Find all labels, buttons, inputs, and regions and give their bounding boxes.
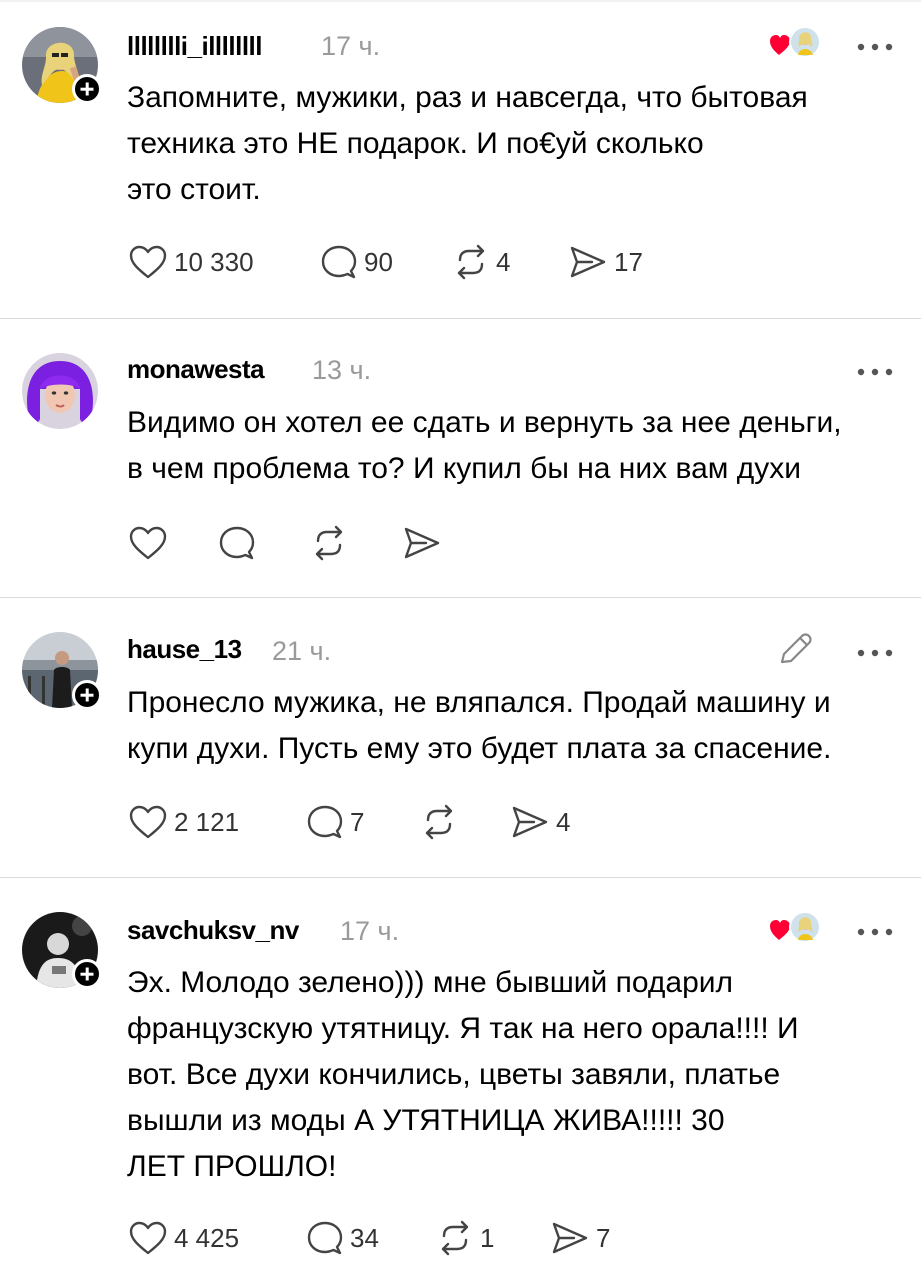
reply-button[interactable] (218, 525, 256, 561)
text-line: в чем проблема то? И купил бы на них вам… (127, 452, 801, 485)
post-time[interactable]: 17 ч. (340, 916, 399, 947)
share-icon (570, 246, 606, 278)
repost-button[interactable]: 4 (452, 244, 510, 280)
author-liked-badge (769, 25, 821, 59)
share-count: 4 (556, 806, 571, 837)
reply-count: 90 (364, 246, 393, 277)
post-text: Пронесло мужика, не вляпался. Продай маш… (127, 680, 907, 772)
text-line: техника это НЕ подарок. И по€уй сколько (127, 127, 704, 160)
like-count: 10 330 (174, 246, 254, 277)
repost-count: 1 (480, 1222, 495, 1253)
post-divider (0, 597, 921, 598)
username[interactable]: monawesta (127, 354, 265, 385)
follow-plus-icon[interactable] (72, 680, 102, 710)
reply-icon (307, 1221, 343, 1255)
share-icon (512, 806, 548, 838)
text-line: Эх. Молодо зелено))) мне бывший подарил (127, 966, 734, 999)
share-icon (552, 1222, 588, 1254)
post-divider (0, 318, 921, 319)
heart-icon (129, 805, 167, 839)
share-count: 17 (614, 246, 643, 277)
share-button[interactable]: 7 (550, 1220, 610, 1256)
text-line: вот. Все духи кончились, цветы завяли, п… (127, 1058, 781, 1091)
text-line: французскую утятницу. Я так на него орал… (127, 1012, 799, 1045)
follow-plus-icon[interactable] (72, 74, 102, 104)
heart-icon (129, 526, 167, 560)
post-time[interactable]: 13 ч. (312, 355, 371, 386)
like-button[interactable]: 2 121 (128, 804, 239, 840)
share-count: 7 (596, 1222, 611, 1253)
share-button[interactable]: 4 (510, 804, 570, 840)
repost-button[interactable] (310, 525, 348, 561)
repost-count: 4 (496, 246, 511, 277)
username[interactable]: savchuksv_nv (127, 915, 299, 946)
post-text: Видимо он хотел ее сдать и вернуть за не… (127, 400, 907, 492)
post-time[interactable]: 17 ч. (321, 31, 380, 62)
repost-icon (315, 525, 343, 561)
like-button[interactable]: 10 330 (128, 244, 254, 280)
reply-button[interactable]: 90 (320, 244, 393, 280)
post-time[interactable]: 21 ч. (272, 636, 331, 667)
edit-icon[interactable] (776, 630, 814, 673)
more-icon[interactable] (856, 39, 894, 51)
heart-icon (129, 245, 167, 279)
more-icon[interactable] (856, 924, 894, 936)
text-line: ЛЕТ ПРОШЛО! (127, 1150, 337, 1183)
more-icon[interactable] (856, 364, 894, 376)
text-line: это стоит. (127, 173, 261, 206)
username[interactable]: lllllllli_illllllll (127, 31, 263, 62)
username[interactable]: hause_13 (127, 634, 242, 665)
share-button[interactable]: 17 (568, 244, 643, 280)
reply-button[interactable]: 34 (306, 1220, 379, 1256)
reply-icon (321, 245, 357, 279)
avatar[interactable] (22, 353, 98, 429)
repost-icon (441, 1220, 469, 1256)
like-count: 4 425 (174, 1222, 240, 1253)
reply-count: 7 (350, 806, 365, 837)
reply-icon (219, 526, 255, 560)
like-button[interactable] (128, 525, 168, 561)
follow-plus-icon[interactable] (72, 959, 102, 989)
heart-icon (129, 1221, 167, 1255)
author-liked-badge (769, 910, 821, 944)
text-line: купи духи. Пусть ему это будет плата за … (127, 732, 832, 765)
repost-button[interactable]: 1 (436, 1220, 494, 1256)
text-line: Видимо он хотел ее сдать и вернуть за не… (127, 406, 842, 439)
like-count: 2 121 (174, 806, 240, 837)
post-text: Эх. Молодо зелено))) мне бывший подарил … (127, 960, 907, 1190)
post-divider (0, 877, 921, 878)
like-button[interactable]: 4 425 (128, 1220, 239, 1256)
text-line: Пронесло мужика, не вляпался. Продай маш… (127, 686, 831, 719)
top-edge (0, 0, 921, 2)
repost-icon (457, 244, 485, 280)
share-icon (404, 527, 440, 559)
reply-icon (307, 805, 343, 839)
reply-button[interactable]: 7 (306, 804, 364, 840)
reply-count: 34 (350, 1222, 379, 1253)
repost-icon (425, 804, 453, 840)
text-line: Запомните, мужики, раз и навсегда, что б… (127, 81, 808, 114)
repost-button[interactable] (420, 804, 458, 840)
post-text: Запомните, мужики, раз и навсегда, что б… (127, 75, 907, 213)
share-button[interactable] (402, 525, 442, 561)
text-line: вышли из моды А УТЯТНИЦА ЖИВА!!!!! 30 (127, 1104, 725, 1137)
more-icon[interactable] (856, 645, 894, 657)
